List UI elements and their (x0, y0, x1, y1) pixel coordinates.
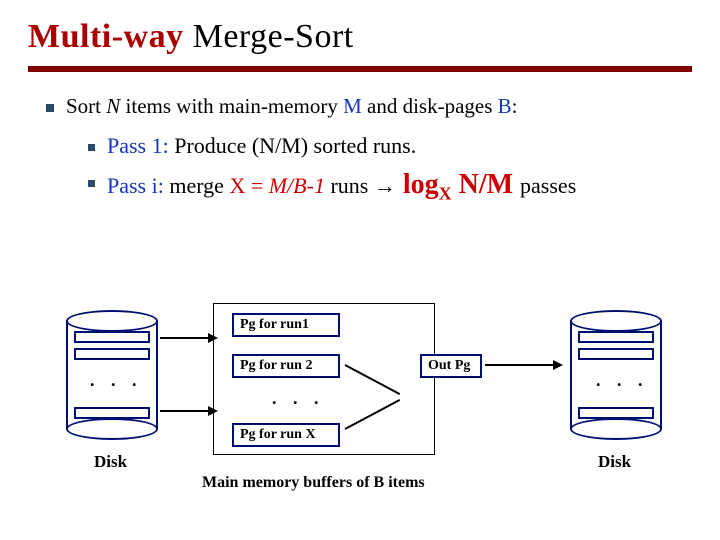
var-m: M (343, 94, 362, 118)
arrow-head-icon (553, 360, 563, 370)
t: passes (520, 173, 576, 198)
disk-label-left: Disk (94, 452, 127, 472)
title-rest: Merge-Sort (184, 18, 354, 55)
mb1: M/B-1 (269, 173, 325, 198)
var-b: B (498, 94, 512, 118)
t: : (512, 94, 518, 118)
dots-left: . . . (90, 370, 143, 391)
sub: X (439, 184, 452, 204)
log-text: logX N/M (396, 169, 520, 200)
slide-title: Multi-way Merge-Sort (0, 0, 720, 62)
disk-bar (74, 331, 150, 343)
x-eq: X = (229, 173, 268, 198)
arrow-line (160, 410, 210, 412)
disk-label-right: Disk (598, 452, 631, 472)
arrow-head-icon (208, 406, 218, 416)
pg-run1-box: Pg for run1 (232, 313, 340, 337)
bullet2a-text: Pass 1: Produce (N/M) sorted runs. (107, 133, 416, 159)
arrow-line (485, 364, 555, 366)
disk-bar (578, 331, 654, 343)
passi-label: Pass i: (107, 173, 164, 198)
bullet-level2-a: Pass 1: Produce (N/M) sorted runs. (88, 133, 692, 159)
disk-bar (578, 348, 654, 360)
t: N/M (452, 169, 520, 200)
pg-run2-box: Pg for run 2 (232, 354, 340, 378)
pass1-label: Pass 1: (107, 133, 169, 158)
bullet-level1: Sort N items with main-memory M and disk… (46, 94, 692, 119)
bullet-level2-b: Pass i: merge X = M/B-1 runs → logX N/M … (88, 169, 692, 205)
t: and disk-pages (362, 94, 498, 118)
disk-bar (74, 348, 150, 360)
dots-right: . . . (596, 370, 649, 391)
t: runs (325, 173, 374, 198)
out-pg-box: Out Pg (420, 354, 482, 378)
bullet1-text: Sort N items with main-memory M and disk… (66, 94, 518, 119)
diagram: . . . Disk . . . Disk Pg for run1 Pg for… (0, 310, 720, 530)
disk-bar (578, 407, 654, 419)
title-red: Multi-way (28, 18, 184, 55)
disk-bar (74, 407, 150, 419)
content-area: Sort N items with main-memory M and disk… (0, 72, 720, 205)
t: items with main-memory (120, 94, 343, 118)
arrow-head-icon (208, 333, 218, 343)
main-memory-label: Main memory buffers of B items (202, 474, 425, 492)
pg-runx-box: Pg for run X (232, 423, 340, 447)
dots-mid: . . . (272, 388, 325, 409)
t: Produce (N/M) sorted runs. (169, 133, 416, 158)
bullet-square-icon (88, 180, 95, 187)
t: log (396, 169, 439, 200)
bullet2b-text: Pass i: merge X = M/B-1 runs → logX N/M … (107, 169, 576, 205)
t: merge (164, 173, 230, 198)
bullet-square-icon (88, 144, 95, 151)
t: Sort (66, 94, 106, 118)
arrow-line (160, 337, 210, 339)
bullet-square-icon (46, 104, 54, 112)
var-n: N (106, 94, 120, 118)
arrow-icon: → (374, 173, 396, 198)
